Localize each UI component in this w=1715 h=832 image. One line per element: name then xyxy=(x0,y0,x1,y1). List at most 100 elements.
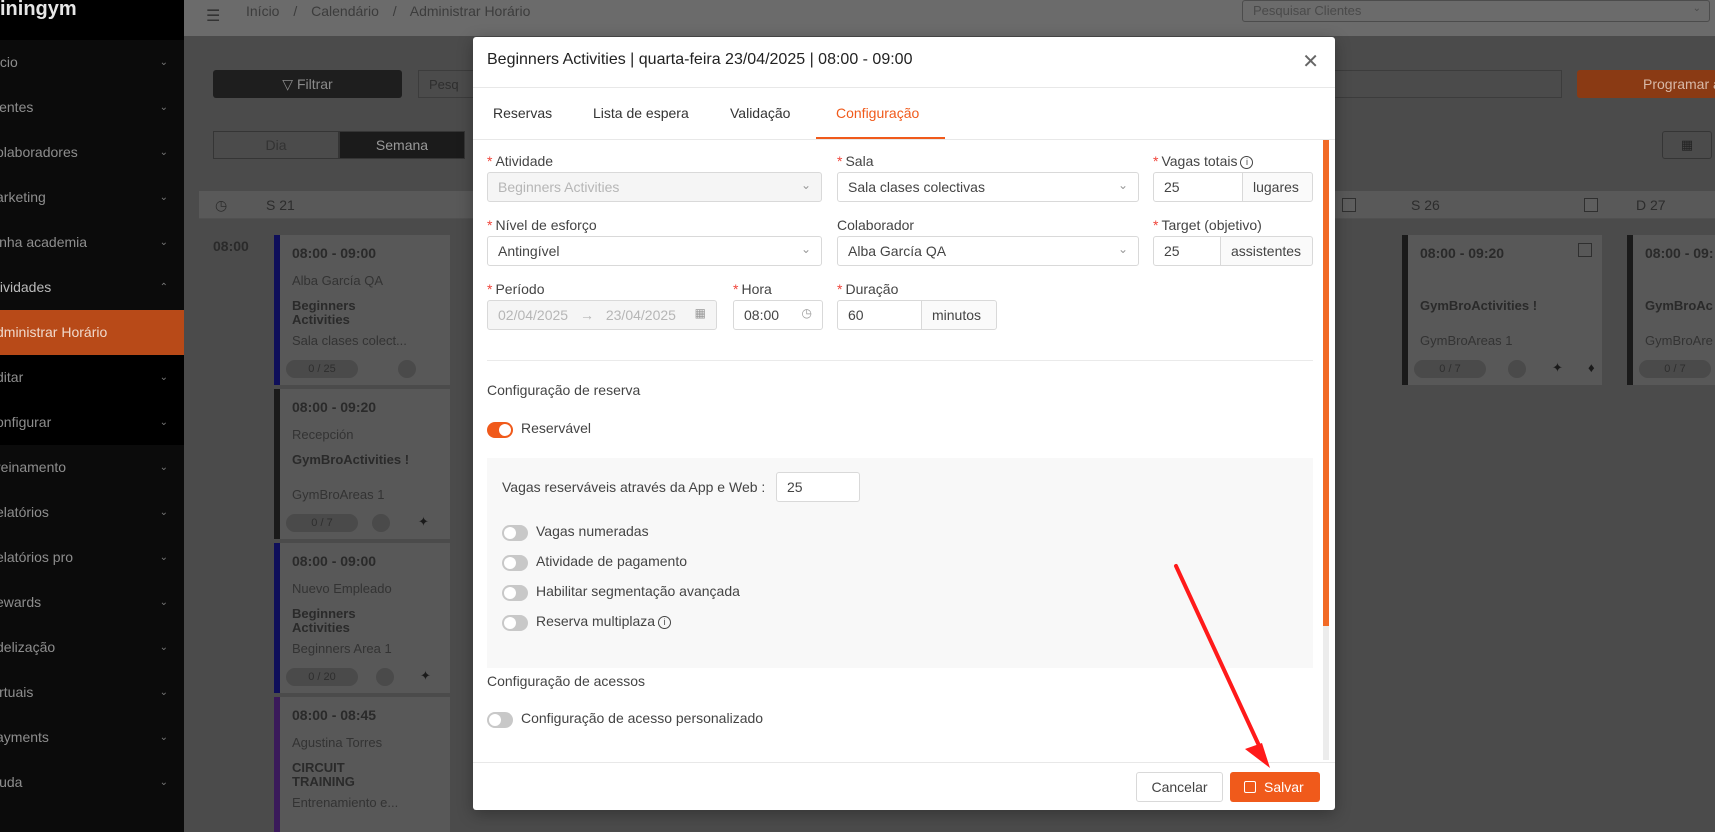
periodo-end: 23/04/2025 xyxy=(605,307,676,323)
topbar: ☰ Início / Calendário / Administrar Horá… xyxy=(184,0,1715,36)
custom-access-toggle[interactable] xyxy=(487,712,513,728)
vagas-totais-input[interactable]: 25 xyxy=(1153,172,1243,202)
sidebar-item-relatorios-pro[interactable]: elatórios pro ⌄ xyxy=(0,535,184,580)
column-header: D 27 xyxy=(1636,197,1666,213)
pin-icon: ✦ xyxy=(1552,360,1563,375)
sidebar-item-ajuda[interactable]: juda ⌄ xyxy=(0,760,184,805)
sidebar-item-marketing[interactable]: arketing ⌄ xyxy=(0,175,184,220)
sidebar-item-virtuais[interactable]: irtuais ⌄ xyxy=(0,670,184,715)
event-card[interactable]: 08:00 - 09:20 Recepción GymBroActivities… xyxy=(274,389,450,539)
info-icon[interactable]: i xyxy=(1240,156,1254,169)
sala-select[interactable]: Sala clases colectivas ⌄ xyxy=(837,172,1139,202)
nivel-select[interactable]: Antingível ⌄ xyxy=(487,236,822,266)
sidebar-item-inicio[interactable]: ício ⌄ xyxy=(0,40,184,85)
sidebar-item-minha-academia[interactable]: inha academia ⌄ xyxy=(0,220,184,265)
tab-configuracao[interactable]: Configuração xyxy=(836,105,919,121)
event-room: Sala clases colect... xyxy=(292,333,407,348)
save-button[interactable]: Salvar xyxy=(1230,772,1320,802)
sidebar-item-payments[interactable]: ayments ⌄ xyxy=(0,715,184,760)
program-button[interactable]: Programar a xyxy=(1577,70,1715,98)
chevron-down-icon: ⌄ xyxy=(159,597,168,608)
tab-validacao[interactable]: Validação xyxy=(730,105,790,121)
sidebar-item-configurar[interactable]: onfigurar ⌄ xyxy=(0,400,184,445)
client-search-select[interactable]: Pesquisar Clientes ⌄ xyxy=(1242,0,1710,22)
vagas-numeradas-toggle[interactable] xyxy=(502,525,528,541)
chevron-down-icon: ⌄ xyxy=(159,732,168,743)
info-icon[interactable]: i xyxy=(658,616,672,629)
event-room: GymBroAre xyxy=(1645,333,1713,348)
event-card[interactable]: 08:00 - 09:20 GymBroActivities ! GymBroA… xyxy=(1402,235,1602,385)
atividade-pagamento-toggle[interactable] xyxy=(502,555,528,571)
cancel-button[interactable]: Cancelar xyxy=(1136,772,1223,802)
close-icon[interactable]: ✕ xyxy=(1302,49,1319,74)
arrow-right-icon: → xyxy=(579,307,594,323)
column-header: S 21 xyxy=(266,197,295,213)
colaborador-select[interactable]: Alba García QA ⌄ xyxy=(837,236,1139,266)
menu-collapse-icon[interactable]: ☰ xyxy=(206,6,220,26)
sidebar: iningym ício ⌄ ientes ⌄ olaboradores ⌄ arke… xyxy=(0,0,184,832)
sidebar-item-fidelizacao[interactable]: delização ⌄ xyxy=(0,625,184,670)
chevron-down-icon: ⌄ xyxy=(159,777,168,788)
duracao-input[interactable]: 60 xyxy=(837,300,922,330)
sidebar-item-label: inha academia xyxy=(0,234,88,250)
sidebar-item-label: reinamento xyxy=(0,459,67,475)
reservavel-toggle[interactable] xyxy=(487,422,513,438)
reserva-multiplaza-label-text: Reserva multiplaza xyxy=(536,613,656,629)
sidebar-item-clientes[interactable]: ientes ⌄ xyxy=(0,85,184,130)
chevron-down-icon: ⌄ xyxy=(159,57,168,68)
filter-button[interactable]: ▽ Filtrar xyxy=(213,70,402,98)
chevron-up-icon: ⌃ xyxy=(159,282,168,293)
sidebar-item-relatorios[interactable]: elatórios ⌄ xyxy=(0,490,184,535)
sidebar-item-atividades[interactable]: tividades ⌃ xyxy=(0,265,184,310)
event-checkbox[interactable] xyxy=(1578,243,1592,257)
breadcrumb-separator: / xyxy=(392,3,397,19)
view-day-button[interactable]: Dia xyxy=(213,131,339,159)
duracao-unit: minutos xyxy=(921,300,997,330)
event-name: CIRCUIT TRAINING xyxy=(292,760,355,789)
column-checkbox[interactable] xyxy=(1584,198,1598,212)
atividade-pagamento-label: Atividade de pagamento xyxy=(536,553,687,569)
chevron-down-icon: ⌄ xyxy=(159,417,168,428)
chevron-down-icon: ⌄ xyxy=(159,102,168,113)
reserva-multiplaza-toggle[interactable] xyxy=(502,615,528,631)
event-count: 0 / 20 xyxy=(286,668,358,686)
event-card[interactable]: 08:00 - 08:45 Agustina Torres CIRCUIT TR… xyxy=(274,697,450,832)
sidebar-item-label: arketing xyxy=(0,189,46,205)
breadcrumb-inicio[interactable]: Início xyxy=(246,3,279,19)
sidebar-item-treinamento[interactable]: reinamento ⌄ xyxy=(0,445,184,490)
event-card[interactable]: 08:00 - 09: GymBroAc GymBroAre 0 / 7 xyxy=(1627,235,1715,385)
event-time: 08:00 - 09:00 xyxy=(292,245,377,261)
event-time: 08:00 - 09: xyxy=(1645,245,1714,261)
sidebar-item-rewards[interactable]: ewards ⌄ xyxy=(0,580,184,625)
tab-lista-de-espera[interactable]: Lista de espera xyxy=(593,105,689,121)
calendar-icon[interactable]: ▦ xyxy=(1662,131,1712,159)
event-staff: Recepción xyxy=(292,427,354,442)
chevron-down-icon: ⌄ xyxy=(1117,242,1128,256)
event-time: 08:00 - 09:20 xyxy=(292,399,377,415)
target-input[interactable]: 25 xyxy=(1153,236,1221,266)
hora-time-picker[interactable]: 08:00 ◷ xyxy=(733,300,823,330)
sidebar-item-editar[interactable]: ditar ⌄ xyxy=(0,355,184,400)
modal-tabs: Reservas Lista de espera Validação Confi… xyxy=(473,87,1335,139)
pin-icon: ✦ xyxy=(418,514,429,529)
sidebar-item-colaboradores[interactable]: olaboradores ⌄ xyxy=(0,130,184,175)
tag-icon: ♦ xyxy=(1588,360,1595,375)
tab-reservas[interactable]: Reservas xyxy=(493,105,552,121)
event-count: 0 / 7 xyxy=(286,514,358,532)
segmentacao-avancada-toggle[interactable] xyxy=(502,585,528,601)
hora-value: 08:00 xyxy=(744,307,780,323)
sidebar-item-administrar-horario[interactable]: dministrar Horário xyxy=(0,310,184,355)
app-web-slots-input[interactable]: 25 xyxy=(776,472,860,502)
access-config-title: Configuração de acessos xyxy=(487,673,645,689)
chevron-down-icon: ⌄ xyxy=(159,147,168,158)
event-card[interactable]: 08:00 - 09:00 Alba García QA Beginners A… xyxy=(274,235,450,385)
chevron-down-icon: ⌄ xyxy=(159,642,168,653)
breadcrumb-calendario[interactable]: Calendário xyxy=(311,3,379,19)
search-input[interactable]: Pesq xyxy=(418,70,478,98)
chevron-down-icon: ⌄ xyxy=(1117,178,1128,192)
event-card[interactable]: 08:00 - 09:00 Nuevo Empleado Beginners A… xyxy=(274,543,450,693)
search-input-end xyxy=(1334,70,1562,98)
periodo-range-picker: 02/04/2025 → 23/04/2025 ▦ xyxy=(487,300,717,330)
column-checkbox[interactable] xyxy=(1342,198,1356,212)
view-week-button[interactable]: Semana xyxy=(339,131,465,159)
